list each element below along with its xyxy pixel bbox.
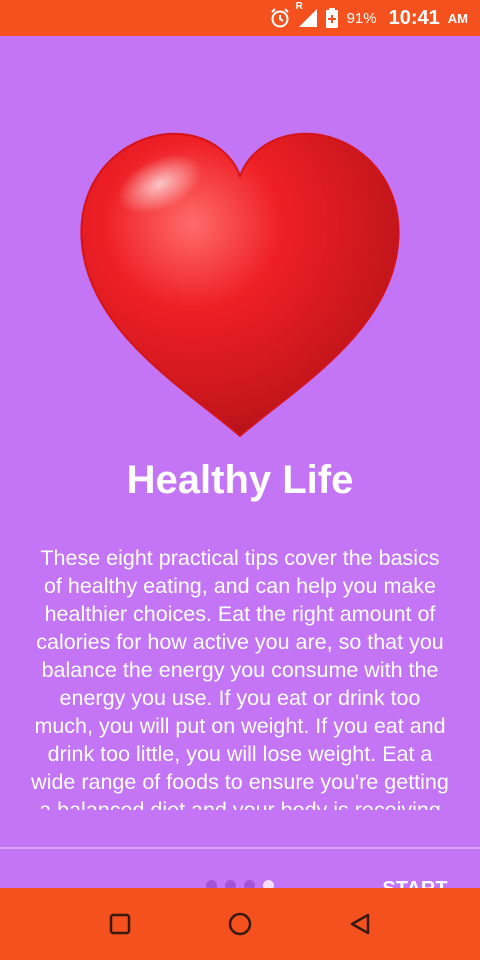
back-triangle-icon[interactable] <box>340 904 380 944</box>
battery-icon <box>325 7 339 29</box>
alarm-icon <box>269 7 291 29</box>
status-bar: R 91% 10:41 AM <box>0 0 480 36</box>
description-scroll[interactable]: These eight practical tips cover the bas… <box>30 506 450 810</box>
battery-percent: 91% <box>346 9 377 27</box>
recents-square-icon[interactable] <box>100 904 140 944</box>
onboarding-page: Healthy Life These eight practical tips … <box>0 36 480 900</box>
clock-time: 10:41 <box>388 6 440 29</box>
signal-icon: R <box>296 1 319 29</box>
heart-icon <box>70 124 410 444</box>
onboarding-description: These eight practical tips cover the bas… <box>31 546 449 810</box>
home-circle-icon[interactable] <box>220 904 260 944</box>
clock-ampm: AM <box>447 10 468 26</box>
navigation-bar <box>0 888 480 960</box>
divider <box>0 847 480 849</box>
roaming-label: R <box>295 1 303 12</box>
onboarding-title: Healthy Life <box>126 458 354 502</box>
